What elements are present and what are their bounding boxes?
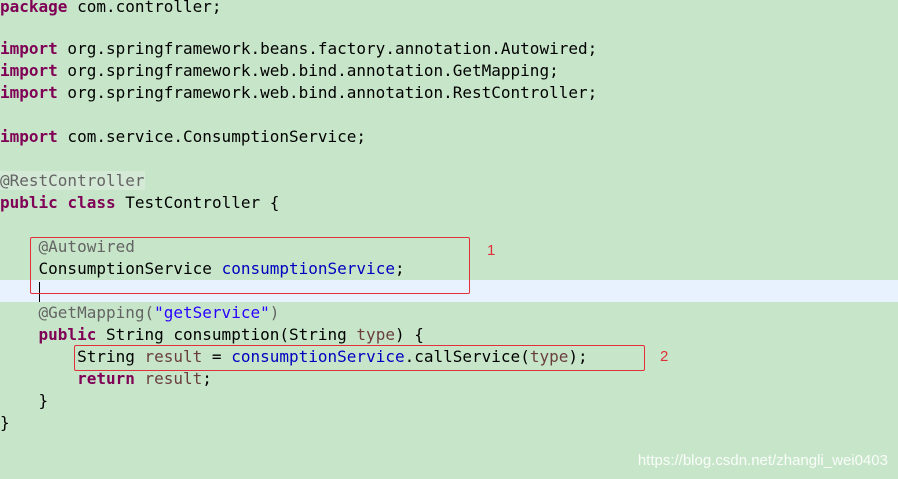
highlight-box-1 — [30, 237, 470, 294]
annotation: @RestController — [0, 171, 145, 190]
import-path: org.springframework.web.bind.annotation.… — [57, 61, 559, 80]
import-path: com.service.ConsumptionService; — [57, 127, 367, 146]
closing-brace: } — [38, 391, 49, 410]
keyword: public — [38, 325, 97, 344]
code-line-restcontroller-annotation: @RestController — [0, 170, 898, 192]
class-name: TestController { — [115, 193, 280, 212]
method-signature: String consumption(String — [96, 325, 357, 344]
code-line-import-restcontroller: import org.springframework.web.bind.anno… — [0, 82, 898, 104]
keyword: import — [0, 39, 58, 58]
import-path: org.springframework.web.bind.annotation.… — [57, 83, 598, 102]
code-line-import-service: import com.service.ConsumptionService; — [0, 126, 898, 148]
annotation-close: ) — [269, 303, 280, 322]
marker-label-2: 2 — [660, 348, 669, 365]
code-line-getmapping-annotation: @GetMapping("getService") — [0, 302, 898, 324]
keyword: return — [77, 369, 135, 388]
keyword: import — [0, 127, 58, 146]
highlight-box-2 — [74, 345, 645, 371]
code-line-import-getmapping: import org.springframework.web.bind.anno… — [0, 60, 898, 82]
code-line-class-declaration: public class TestController { — [0, 192, 898, 214]
code-line-class-close: } — [0, 412, 898, 434]
semicolon: ; — [202, 369, 212, 388]
closing-brace: } — [0, 413, 10, 432]
return-variable: result — [144, 369, 203, 388]
annotation: @GetMapping( — [38, 303, 155, 322]
method-signature-end: ) { — [394, 325, 424, 344]
code-line-method-close: } — [0, 390, 898, 412]
string-literal: "getService" — [154, 303, 270, 322]
code-line-return: return result; — [0, 368, 898, 390]
package-name: com.controller; — [67, 0, 222, 16]
parameter-name: type — [356, 325, 395, 344]
import-path: org.springframework.beans.factory.annota… — [57, 39, 598, 58]
keyword: import — [0, 61, 58, 80]
keyword: class — [67, 193, 116, 212]
marker-label-1: 1 — [487, 242, 496, 259]
code-line-method-signature: public String consumption(String type) { — [0, 324, 898, 346]
keyword: import — [0, 83, 58, 102]
keyword: package — [0, 0, 68, 16]
code-line-package: package com.controller; — [0, 0, 898, 18]
keyword: public — [0, 193, 58, 212]
code-line-import-autowired: import org.springframework.beans.factory… — [0, 38, 898, 60]
watermark: https://blog.csdn.net/zhangli_wei0403 — [637, 452, 888, 469]
